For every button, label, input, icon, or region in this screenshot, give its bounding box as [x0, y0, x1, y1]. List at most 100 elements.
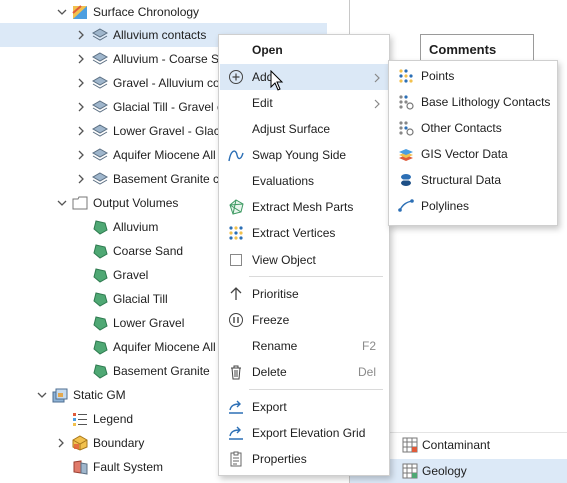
volume-icon — [92, 243, 108, 259]
tree-item-label: Aquifer Miocene All — [113, 148, 216, 162]
contacts-points-icon — [398, 94, 414, 110]
submenu-item-structural-data[interactable]: Structural Data — [390, 167, 556, 193]
surface-icon — [92, 123, 108, 139]
menu-item-label: Open — [252, 43, 283, 57]
structural-data-icon — [398, 172, 414, 188]
list-item-label: Contaminant — [422, 438, 491, 452]
boundary-icon — [72, 435, 88, 451]
gis-layers-icon — [398, 146, 414, 162]
menu-item-freeze[interactable]: Freeze — [220, 307, 388, 333]
menu-item-add[interactable]: Add — [220, 64, 388, 90]
surface-chronology-icon — [72, 4, 88, 20]
tree-item-label: Alluvium contacts — [113, 28, 207, 42]
menu-item-extract-mesh-parts[interactable]: Extract Mesh Parts — [220, 194, 388, 220]
checkbox-icon[interactable] — [228, 252, 244, 268]
chevron-right-icon[interactable] — [56, 437, 66, 449]
menu-item-delete[interactable]: Delete Del — [220, 359, 388, 385]
menu-item-edit[interactable]: Edit — [220, 90, 388, 116]
menu-item-label: Evaluations — [252, 174, 315, 188]
chevron-down-icon[interactable] — [36, 389, 47, 401]
menu-item-label: Other Contacts — [421, 121, 502, 135]
menu-item-export-elevation-grid[interactable]: Export Elevation Grid — [220, 420, 388, 446]
submenu-item-base-lithology-contacts[interactable]: Base Lithology Contacts — [390, 89, 556, 115]
menu-item-extract-vertices[interactable]: Extract Vertices — [220, 220, 388, 246]
menu-item-label: Export Elevation Grid — [252, 426, 366, 440]
chevron-right-icon[interactable] — [76, 77, 86, 89]
menu-item-label: Rename — [252, 339, 298, 353]
menu-item-label: Extract Vertices — [252, 226, 336, 240]
tree-item-label: Gravel - Alluvium co — [113, 76, 220, 90]
menu-item-evaluations[interactable]: Evaluations — [220, 168, 388, 194]
shortcut-label: F2 — [361, 339, 376, 353]
menu-item-label: Swap Young Side — [252, 148, 347, 162]
menu-item-label: Export — [252, 400, 287, 414]
export-icon — [228, 425, 244, 441]
export-icon — [228, 399, 244, 415]
tree-item-label: Glacial Till — [113, 292, 168, 306]
pause-circle-icon — [228, 312, 244, 328]
surface-icon — [92, 27, 108, 43]
grid-table-icon — [402, 437, 418, 453]
list-item-label: Geology — [422, 464, 467, 478]
submenu-item-points[interactable]: Points — [390, 63, 556, 89]
shortcut-label: Del — [357, 365, 376, 379]
chevron-down-icon[interactable] — [56, 6, 67, 18]
chevron-right-icon[interactable] — [76, 29, 86, 41]
chevron-right-icon — [374, 72, 380, 86]
tree-item-label: Basement Granite c — [113, 172, 220, 186]
volume-icon — [92, 291, 108, 307]
chevron-right-icon[interactable] — [76, 149, 86, 161]
tree-item-label: Legend — [93, 412, 134, 426]
chevron-right-icon[interactable] — [76, 125, 86, 137]
menu-item-export[interactable]: Export — [220, 394, 388, 420]
surface-icon — [92, 147, 108, 163]
surface-icon — [92, 99, 108, 115]
tree-item-label: Boundary — [93, 436, 145, 450]
chevron-right-icon[interactable] — [76, 53, 86, 65]
volume-icon — [92, 219, 108, 235]
volume-icon — [92, 315, 108, 331]
submenu-item-other-contacts[interactable]: Other Contacts — [390, 115, 556, 141]
context-menu: Open Add Edit Adjust Surface Swap Young … — [218, 34, 390, 476]
menu-item-label: Delete — [252, 365, 287, 379]
polyline-icon — [398, 198, 414, 214]
properties-icon — [228, 451, 244, 467]
menu-item-swap-young-side[interactable]: Swap Young Side — [220, 142, 388, 168]
trash-icon — [228, 364, 244, 380]
menu-item-label: Extract Mesh Parts — [252, 200, 354, 214]
surface-icon — [92, 75, 108, 91]
menu-item-prioritise[interactable]: Prioritise — [220, 281, 388, 307]
menu-item-open[interactable]: Open — [220, 37, 388, 63]
chevron-right-icon[interactable] — [76, 173, 86, 185]
tree-item-label: Fault System — [93, 460, 164, 474]
mesh-parts-icon — [228, 199, 244, 215]
points-icon — [398, 68, 414, 84]
volume-icon — [92, 267, 108, 283]
chevron-right-icon[interactable] — [76, 101, 86, 113]
tree-item-surface-chronology[interactable]: Surface Chronology — [0, 0, 327, 24]
chevron-down-icon[interactable] — [56, 197, 67, 209]
menu-item-label: Polylines — [421, 199, 470, 213]
menu-item-label: Edit — [252, 96, 273, 110]
folder-icon — [72, 195, 88, 211]
tree-item-label: Static GM — [73, 388, 126, 402]
comments-label: Comments — [429, 42, 497, 57]
submenu-item-gis-vector-data[interactable]: GIS Vector Data — [390, 141, 556, 167]
volume-icon — [92, 363, 108, 379]
swap-young-side-icon — [228, 147, 244, 163]
tree-item-label: Lower Gravel - Glaci — [113, 124, 223, 138]
menu-item-adjust-surface[interactable]: Adjust Surface — [220, 116, 388, 142]
menu-item-view-object[interactable]: View Object — [220, 247, 388, 273]
tree-item-label: Coarse Sand — [113, 244, 184, 258]
arrow-up-icon — [228, 286, 244, 302]
menu-item-properties[interactable]: Properties — [220, 446, 388, 472]
menu-separator — [249, 389, 383, 390]
menu-item-label: Freeze — [252, 313, 290, 327]
tree-item-label: Alluvium — [113, 220, 159, 234]
tree-item-label: Glacial Till - Gravel co — [113, 100, 230, 114]
submenu-item-polylines[interactable]: Polylines — [390, 193, 556, 219]
plus-circle-icon — [228, 69, 244, 85]
menu-item-rename[interactable]: Rename F2 — [220, 333, 388, 359]
menu-item-label: Properties — [252, 452, 307, 466]
volume-icon — [92, 339, 108, 355]
